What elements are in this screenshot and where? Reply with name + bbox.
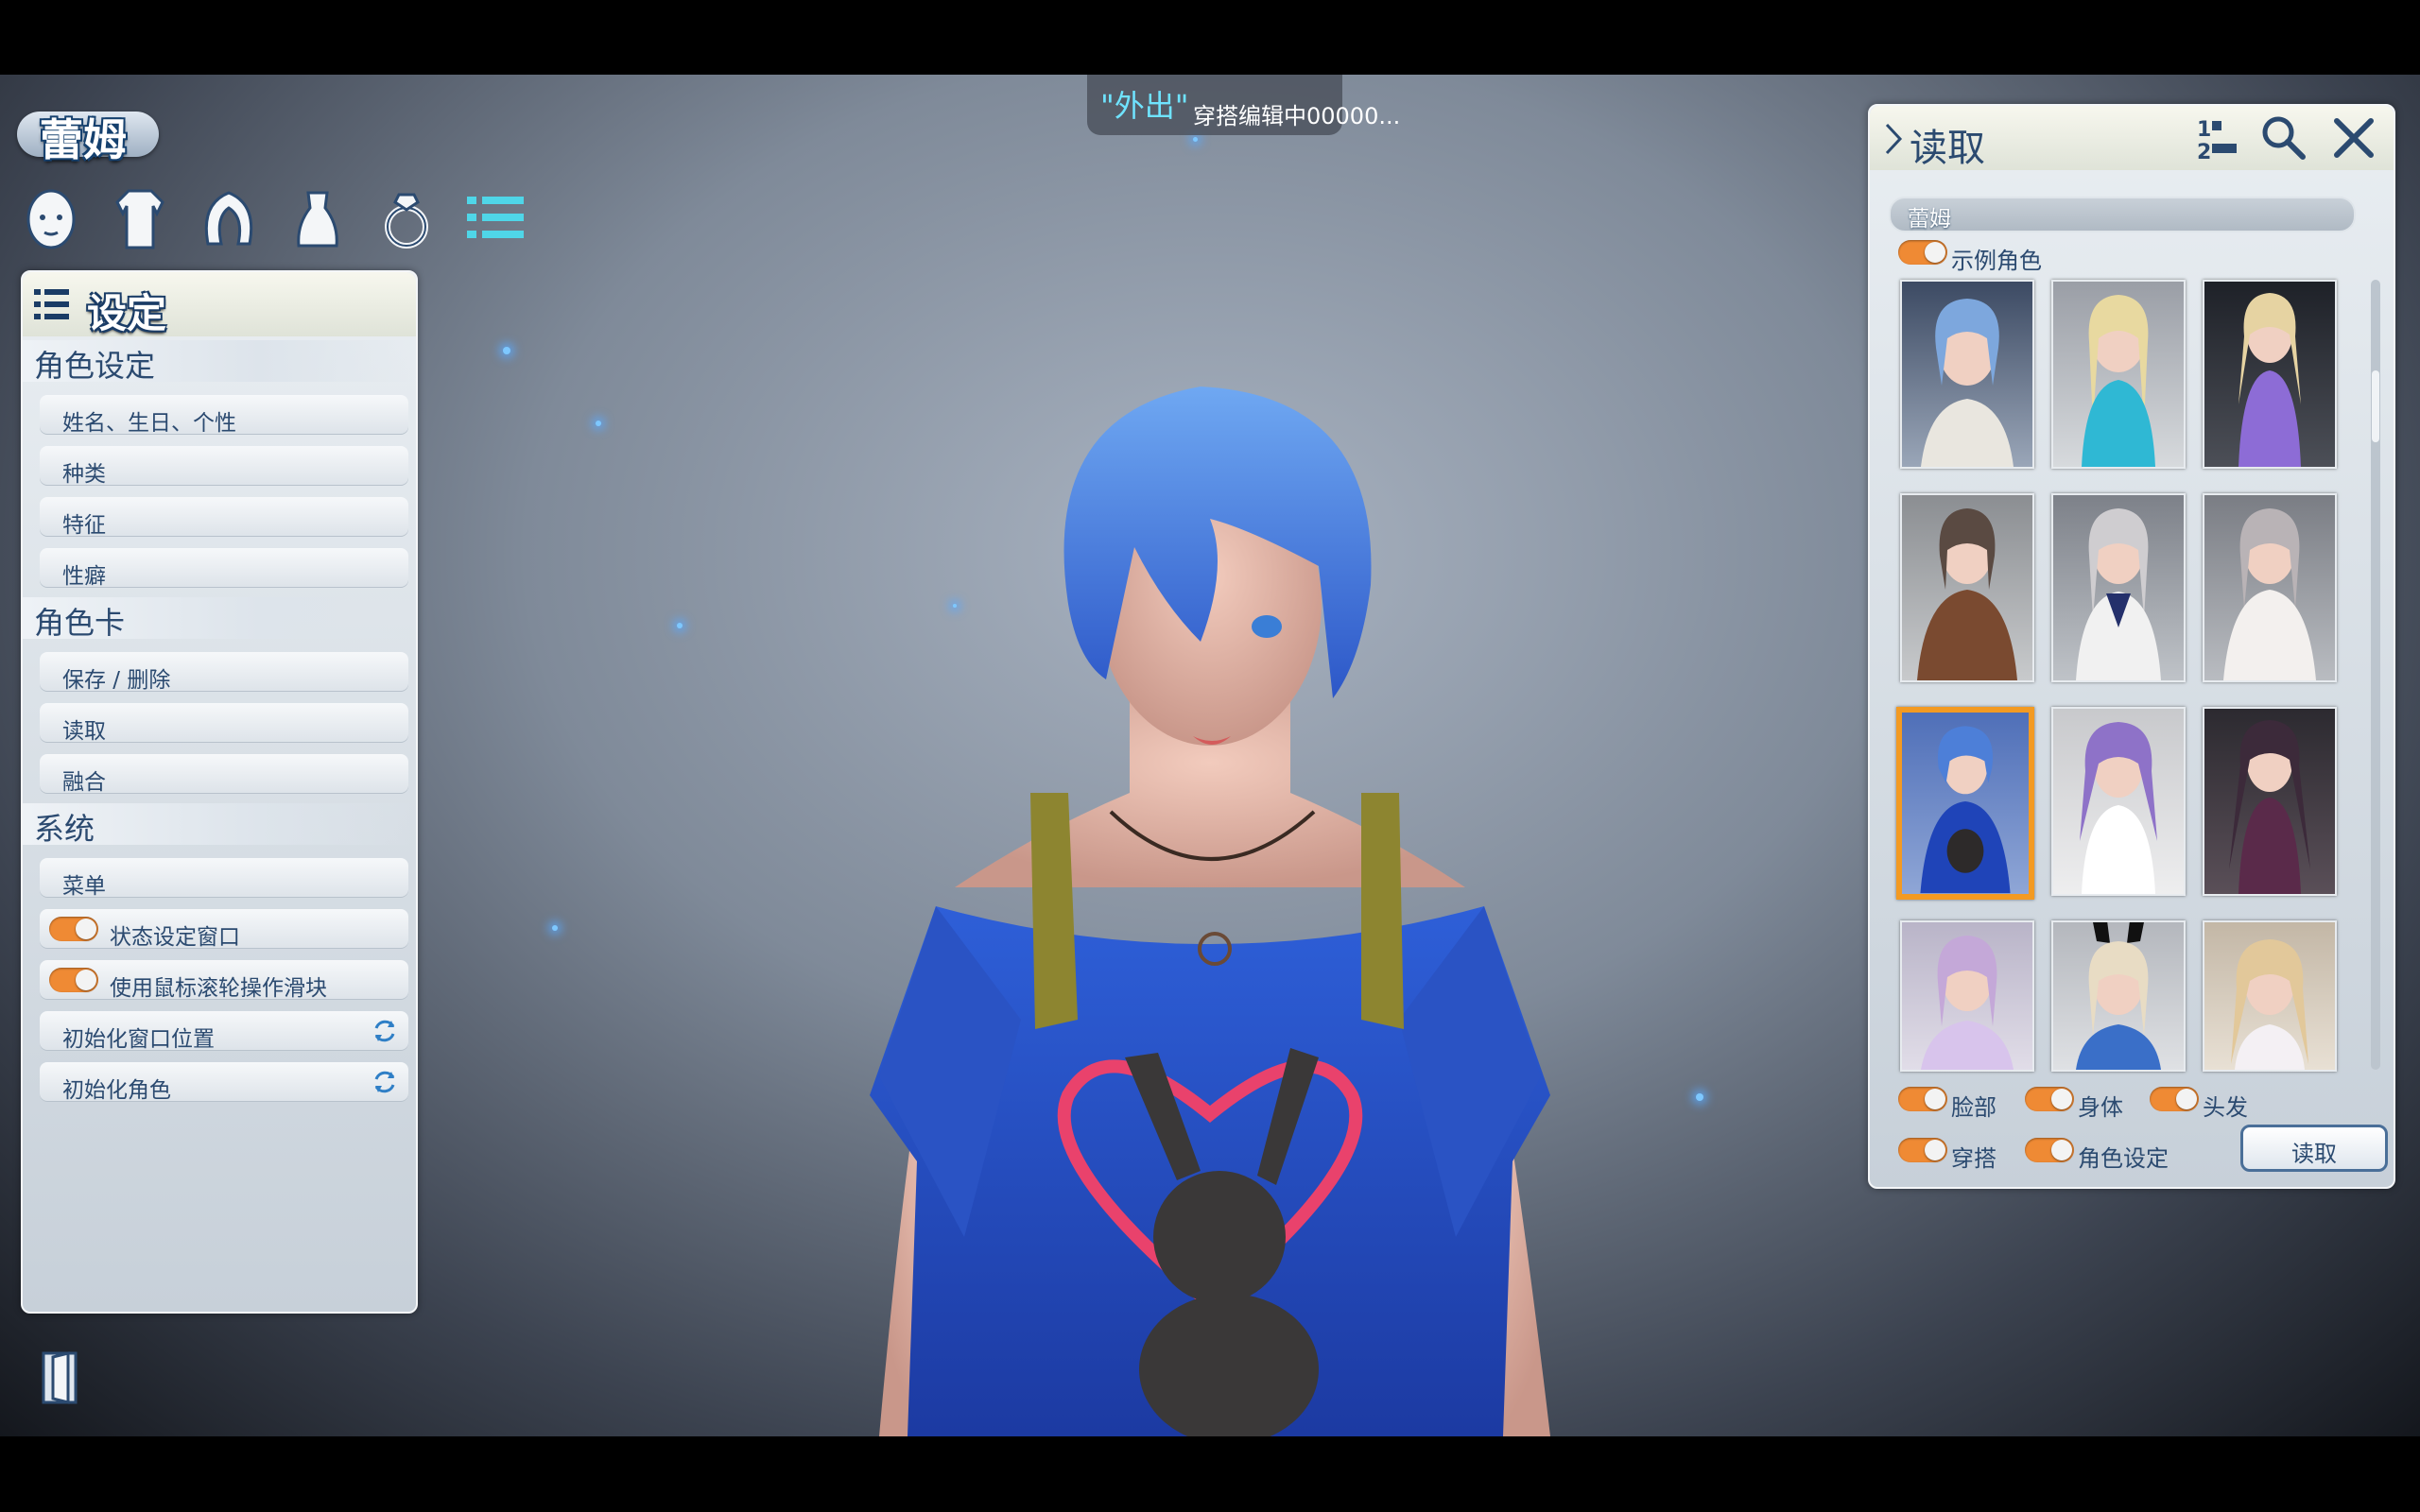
chevron-right-icon[interactable]	[1883, 123, 1904, 155]
sort-icon[interactable]: 1 2	[2189, 112, 2242, 164]
exit-door-icon[interactable]	[40, 1348, 81, 1406]
settings-panel-title: 设定	[87, 290, 167, 336]
hair-option-label: 头发	[2203, 1094, 2248, 1121]
settings-panel: 设定 角色设定 姓名、生日、个性 种类 特征 性癖 角色卡 保存 / 删除 读取…	[21, 270, 418, 1314]
item-label: 特征	[62, 513, 106, 538]
character-thumbnail[interactable]	[2203, 493, 2337, 682]
status-banner: "外出" 穿搭编辑中00000...	[1087, 75, 1400, 135]
close-icon[interactable]	[2327, 112, 2380, 164]
list-icon	[34, 289, 69, 319]
character-thumbnail-selected[interactable]	[1896, 707, 2034, 900]
face-toggle[interactable]	[1898, 1087, 1947, 1111]
section-character-settings: 角色设定	[23, 340, 416, 384]
menu-item-merge[interactable]: 融合	[40, 754, 408, 795]
status-window-toggle[interactable]	[49, 917, 98, 941]
item-label: 读取	[62, 719, 106, 744]
load-button-label: 读取	[2291, 1141, 2337, 1167]
item-label: 初始化窗口位置	[62, 1027, 215, 1052]
character-thumbnail[interactable]	[2203, 707, 2337, 896]
menu-item-reset-window-position[interactable]: 初始化窗口位置	[40, 1011, 408, 1052]
menu-item-save-delete[interactable]: 保存 / 删除	[40, 652, 408, 693]
hair-icon[interactable]	[195, 185, 263, 253]
outfit-icon[interactable]	[284, 185, 352, 253]
character-thumbnail[interactable]	[2051, 920, 2186, 1072]
character-thumbnail[interactable]	[1900, 493, 2034, 682]
body-icon[interactable]	[106, 185, 174, 253]
item-label: 保存 / 删除	[62, 668, 171, 693]
item-label: 菜单	[62, 874, 106, 899]
hair-toggle[interactable]	[2150, 1087, 2199, 1111]
item-label: 种类	[62, 462, 106, 487]
letterbox-bottom	[0, 1436, 2420, 1512]
refresh-icon[interactable]	[371, 1017, 399, 1045]
menu-item-load[interactable]: 读取	[40, 703, 408, 744]
character-name-tag: 蕾姆	[17, 112, 159, 165]
outfit-option-label: 穿搭	[1951, 1145, 1996, 1172]
settings-panel-header: 设定	[23, 272, 416, 336]
settings-list-icon[interactable]	[461, 185, 529, 253]
menu-item-preferences[interactable]: 性癖	[40, 548, 408, 589]
load-panel-title: 读取	[1910, 127, 1985, 170]
section-character-card: 角色卡	[23, 597, 416, 641]
section-system: 系统	[23, 803, 416, 847]
face-option-label: 脸部	[1951, 1094, 1996, 1121]
character-thumbnail[interactable]	[1900, 280, 2034, 469]
item-label: 使用鼠标滚轮操作滑块	[110, 976, 327, 1001]
mouse-wheel-toggle-row: 使用鼠标滚轮操作滑块	[40, 960, 408, 1001]
refresh-icon[interactable]	[371, 1068, 399, 1096]
character-thumbnail[interactable]	[2051, 707, 2186, 896]
character-thumbnail[interactable]	[2051, 493, 2186, 682]
character-settings-option-label: 角色设定	[2078, 1145, 2169, 1172]
load-panel: 读取 1 2 蕾姆 示例角色 脸部 身体 头发 穿搭 角色设定 读取	[1868, 104, 2395, 1189]
search-value: 蕾姆	[1908, 207, 1951, 232]
menu-item-reset-character[interactable]: 初始化角色	[40, 1062, 408, 1103]
menu-item-menu[interactable]: 菜单	[40, 858, 408, 899]
item-label: 状态设定窗口	[110, 925, 240, 950]
status-message: 穿搭编辑中00000...	[1193, 103, 1401, 129]
character-name: 蕾姆	[40, 114, 127, 165]
letterbox-top	[0, 0, 2420, 75]
mode-label: "外出"	[1100, 88, 1189, 124]
character-thumbnail[interactable]	[1900, 920, 2034, 1072]
body-option-label: 身体	[2078, 1094, 2123, 1121]
svg-text:2: 2	[2197, 141, 2211, 164]
search-input[interactable]: 蕾姆	[1889, 197, 2356, 232]
menu-item-traits[interactable]: 特征	[40, 497, 408, 538]
character-thumbnail[interactable]	[2203, 920, 2337, 1072]
section-title: 系统	[34, 811, 95, 847]
character-thumbnail[interactable]	[2203, 280, 2337, 469]
sample-character-label: 示例角色	[1951, 248, 2042, 274]
section-title: 角色设定	[34, 348, 156, 384]
search-icon[interactable]	[2257, 112, 2310, 164]
menu-item-type[interactable]: 种类	[40, 446, 408, 487]
item-label: 姓名、生日、个性	[62, 411, 236, 436]
scrollbar-thumb[interactable]	[2372, 370, 2379, 442]
item-label: 性癖	[62, 564, 106, 589]
svg-text:1: 1	[2197, 118, 2211, 142]
status-window-toggle-row: 状态设定窗口	[40, 909, 408, 950]
face-icon[interactable]	[17, 185, 85, 253]
outfit-toggle[interactable]	[1898, 1138, 1947, 1162]
load-button[interactable]: 读取	[2240, 1125, 2388, 1172]
body-toggle[interactable]	[2025, 1087, 2074, 1111]
load-panel-header: 读取 1 2	[1870, 106, 2394, 170]
sample-character-toggle[interactable]	[1898, 240, 1947, 265]
mouse-wheel-toggle[interactable]	[49, 968, 98, 992]
menu-item-name-birthday-personality[interactable]: 姓名、生日、个性	[40, 395, 408, 436]
character-thumbnail[interactable]	[2051, 280, 2186, 469]
item-label: 融合	[62, 770, 106, 795]
character-settings-toggle[interactable]	[2025, 1138, 2074, 1162]
section-title: 角色卡	[34, 605, 126, 641]
accessory-icon[interactable]	[372, 185, 441, 253]
item-label: 初始化角色	[62, 1078, 171, 1103]
